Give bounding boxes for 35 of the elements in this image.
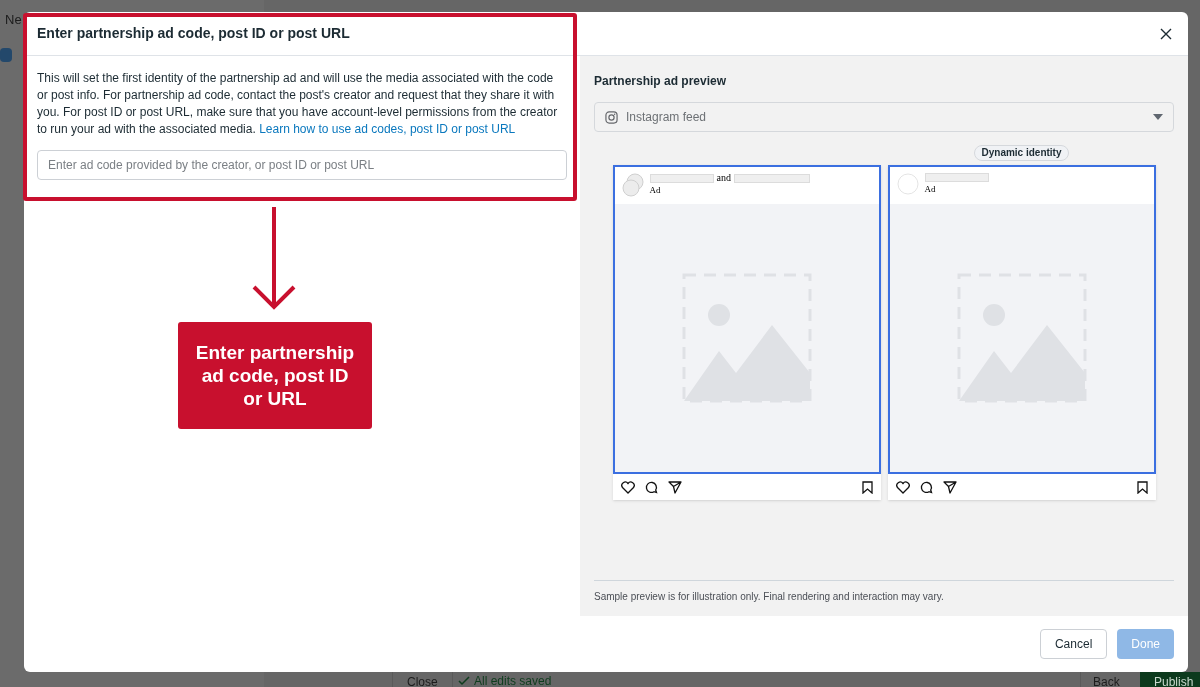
- placement-value: Instagram feed: [626, 109, 708, 126]
- page-title: Ne: [5, 11, 22, 29]
- send-icon[interactable]: [942, 480, 957, 494]
- camera-icon: [605, 110, 618, 124]
- caret-icon: [1153, 114, 1163, 120]
- status-text: All edits saved: [474, 673, 552, 687]
- description-text: This will set the first identity of the partnership ad and will use the media associated with the code or post info. For partnership ad code, contact the post's creator and request that they share it with you. For post ID or post URL, make sure that you have account-level permissions from the creator to run your ad with the associated media. Learn how to use ad codes, post ID or post URL: [37, 70, 559, 138]
- heart-icon[interactable]: [895, 480, 910, 494]
- down-arrow-icon: [251, 207, 297, 311]
- name-placeholder: [649, 173, 714, 183]
- publish-button[interactable]: Publish: [1140, 672, 1200, 687]
- close-icon[interactable]: [1160, 27, 1172, 40]
- check-icon: [458, 675, 470, 687]
- ad-label: Ad: [924, 183, 937, 196]
- input-field[interactable]: Enter ad code provided by the creator, or post ID or post URL: [37, 150, 567, 180]
- help-link[interactable]: Learn how to use ad codes, post ID or post URL: [259, 122, 516, 136]
- name-placeholder: [924, 173, 989, 182]
- ad-label: Ad: [649, 184, 662, 197]
- avatar-icon: [896, 173, 919, 195]
- heart-icon[interactable]: [620, 480, 635, 494]
- placement-dropdown[interactable]: Instagram feed: [594, 102, 1174, 132]
- disclaimer-text: Sample preview is for illustration only. Final rendering and interaction may vary.: [594, 580, 1174, 616]
- bookmark-icon[interactable]: [861, 480, 873, 494]
- identity-badge: Dynamic identity: [974, 145, 1069, 161]
- callout-label: Enter partnership ad code, post ID or URL: [178, 322, 372, 429]
- comment-icon[interactable]: [919, 480, 933, 494]
- app-icon: [0, 48, 12, 62]
- cancel-button[interactable]: Cancel: [1039, 628, 1108, 659]
- comment-icon[interactable]: [644, 480, 658, 494]
- preview-title: Partnership ad preview: [594, 73, 728, 90]
- bookmark-icon[interactable]: [1136, 480, 1148, 494]
- dialog-title: Enter partnership ad code, post ID or post URL: [37, 24, 350, 43]
- send-icon[interactable]: [667, 480, 682, 494]
- joiner-text: and: [716, 173, 731, 183]
- avatars-icon: [621, 173, 644, 197]
